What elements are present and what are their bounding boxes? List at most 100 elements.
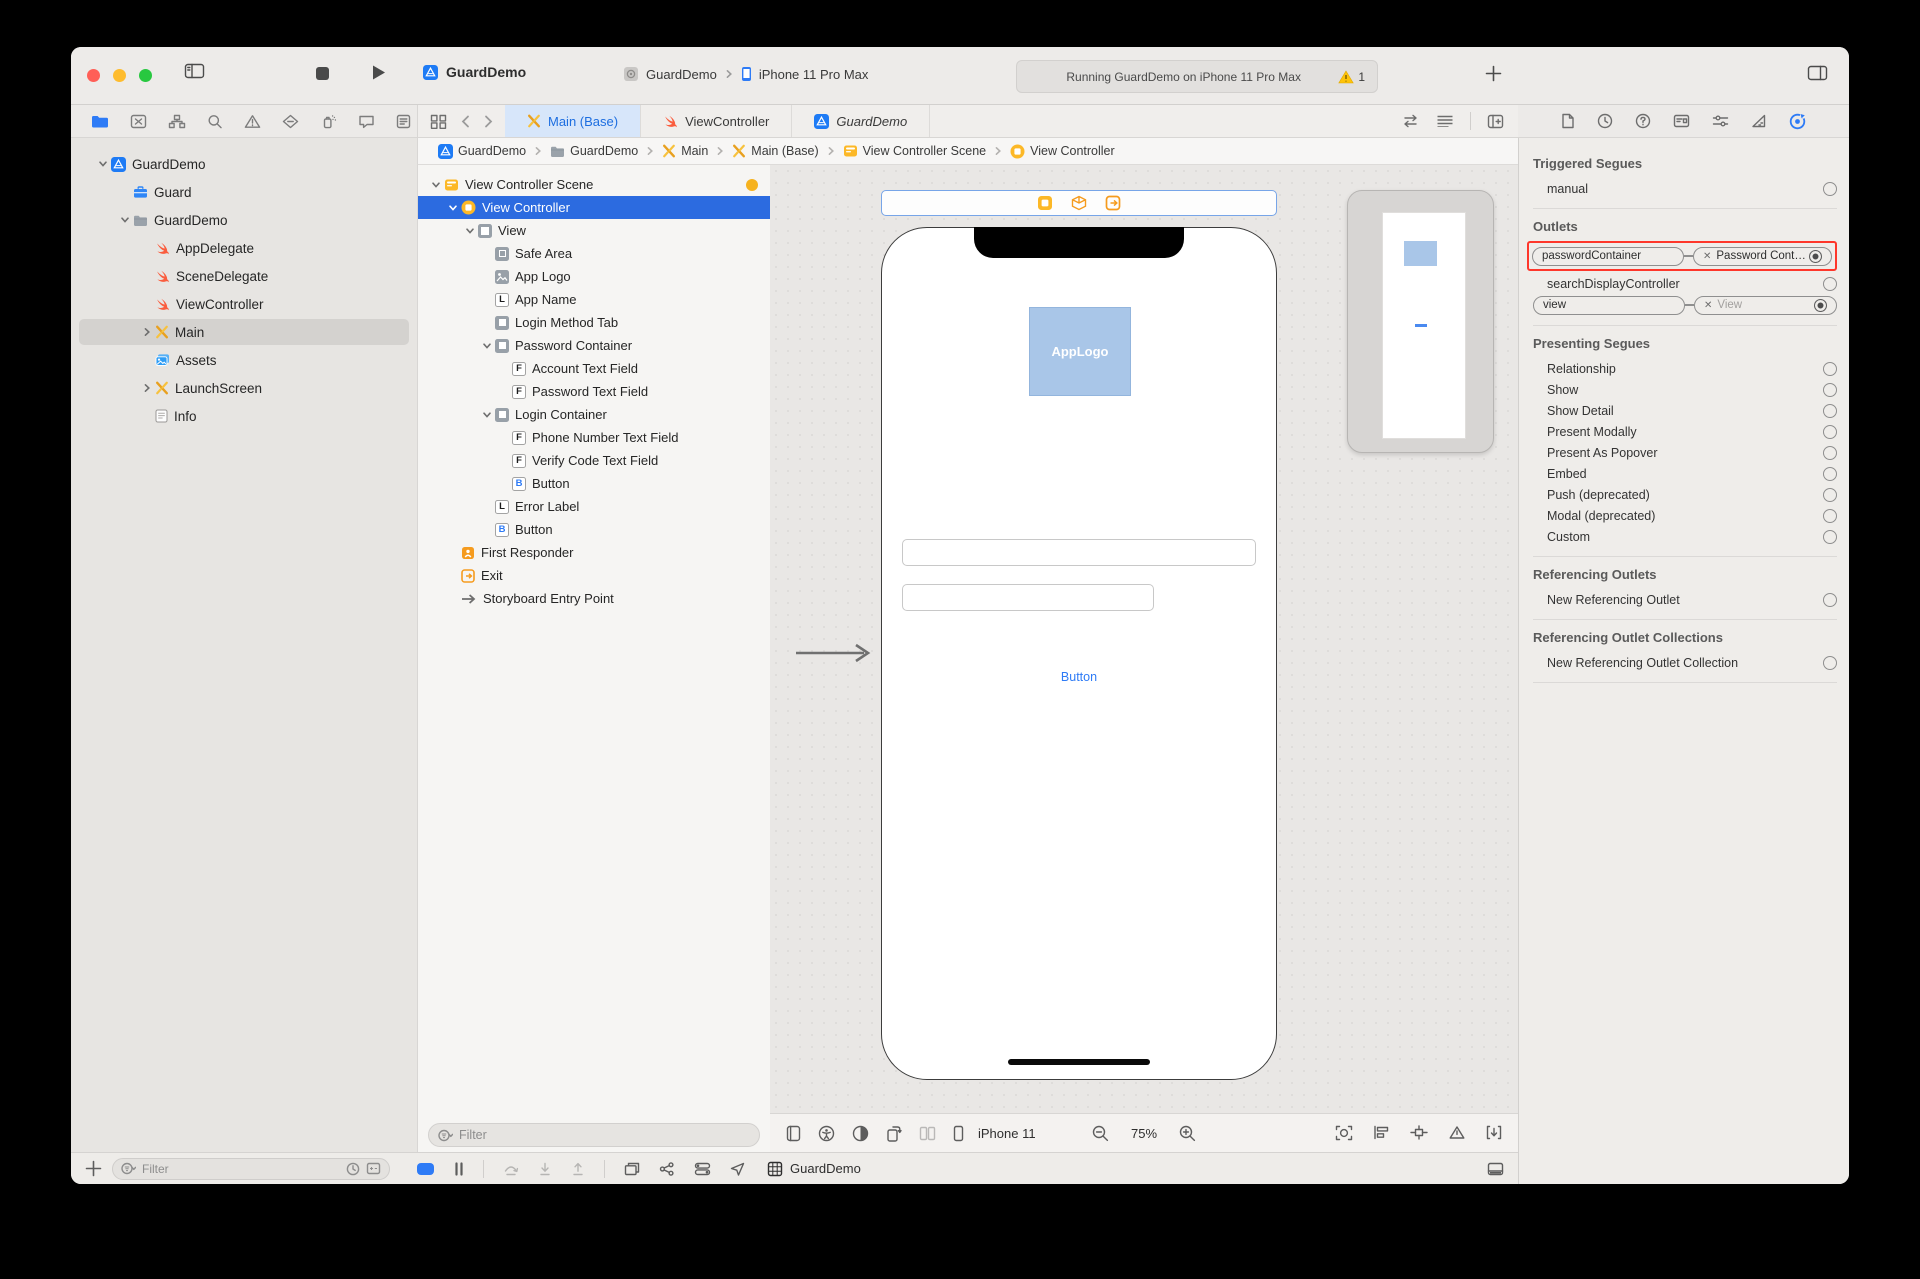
navigator-filter-input[interactable]: Filter [112,1157,390,1180]
outline-row-account-text-field[interactable]: F Account Text Field [418,357,770,380]
breadcrumb-item[interactable]: GuardDemo [550,144,638,158]
inspector-history-icon[interactable] [1597,113,1613,129]
connection-well[interactable] [1823,529,1837,544]
outline-row-phone-number-text-field[interactable]: F Phone Number Text Field [418,426,770,449]
outlet-target-pill[interactable]: ✕ View [1694,295,1837,315]
outline-row-view-controller[interactable]: View Controller [418,196,770,219]
zoom-level[interactable]: 75% [1131,1126,1157,1141]
stop-button[interactable] [315,66,330,81]
breadcrumb-item[interactable]: Main [662,144,708,158]
step-into-icon[interactable] [538,1162,552,1176]
breadcrumb-item[interactable]: View Controller [1010,144,1115,159]
disclosure-chevron-icon[interactable] [445,203,461,213]
sidebar-item-appdelegate[interactable]: AppDelegate [71,234,417,262]
minimize-window-button[interactable] [113,69,126,82]
orientation-icon[interactable] [886,1125,902,1142]
outline-row-safe-area[interactable]: Safe Area [418,242,770,265]
outline-row-view[interactable]: View [418,219,770,242]
add-editor-icon[interactable] [1487,114,1504,129]
view-controller-header-bar[interactable] [881,190,1277,216]
disclosure-chevron-icon[interactable] [95,159,111,169]
connection-well[interactable] [1823,361,1837,376]
connection-well[interactable] [1823,487,1837,502]
environment-overrides-icon[interactable] [694,1162,711,1176]
view-stack-icon[interactable] [624,1162,640,1176]
outlet-target-pill[interactable]: ✕ Password Cont… [1693,246,1832,266]
run-button[interactable] [371,64,386,81]
nav-breakpoints-icon[interactable] [358,114,375,129]
inspector-connections-icon[interactable] [1789,112,1806,130]
outline-row-error-label[interactable]: L Error Label [418,495,770,518]
tab-viewcontroller[interactable]: ViewController [641,105,793,137]
outline-row-first-responder[interactable]: First Responder [418,541,770,564]
toggle-navigator-icon[interactable] [184,63,205,79]
sidebar-item-guarddemo[interactable]: GuardDemo [71,206,417,234]
connection-well[interactable] [1823,508,1837,523]
connection-well[interactable] [1823,655,1837,670]
disclosure-chevron-icon[interactable] [139,383,155,393]
connection-well[interactable] [1823,403,1837,418]
connection-well[interactable] [1823,424,1837,439]
outline-row-button[interactable]: B Button [418,472,770,495]
connection-well[interactable] [1823,276,1837,291]
account-text-field[interactable] [902,539,1256,566]
outline-row-exit[interactable]: Exit [418,564,770,587]
connection-well[interactable] [1823,445,1837,460]
outlet-name-pill[interactable]: passwordContainer [1532,246,1684,266]
tab-overview-icon[interactable] [430,114,447,129]
nav-issues-icon[interactable] [244,114,261,129]
disclosure-chevron-icon[interactable] [139,327,155,337]
breadcrumb-item[interactable]: Main (Base) [732,144,819,158]
outline-row-storyboard-entry-point[interactable]: Storyboard Entry Point [418,587,770,610]
align-icon[interactable] [1373,1125,1390,1141]
update-frames-icon[interactable] [1335,1125,1353,1141]
nav-search-icon[interactable] [207,114,223,129]
inspector-attributes-icon[interactable] [1712,114,1729,128]
zoom-window-button[interactable] [139,69,152,82]
library-add-button[interactable] [1485,65,1502,82]
scheme-selector[interactable]: GuardDemo iPhone 11 Pro Max [623,66,868,82]
breadcrumb-item[interactable]: GuardDemo [438,143,526,159]
disconnect-icon[interactable]: ✕ [1703,251,1711,262]
nav-folder-icon[interactable] [91,114,109,129]
tab-main-base-[interactable]: Main (Base) [505,105,642,137]
breadcrumb-item[interactable]: View Controller Scene [843,144,986,158]
canvas-button[interactable]: Button [882,670,1276,684]
forward-icon[interactable] [484,115,493,128]
storyboard-mode-icon[interactable] [416,1162,435,1176]
tab-guarddemo[interactable]: GuardDemo [792,105,931,137]
code-review-icon[interactable] [1401,114,1420,128]
appearance-icon[interactable] [852,1125,869,1142]
outline-row-button[interactable]: B Button [418,518,770,541]
device-bezel-icon[interactable] [786,1125,801,1142]
outline-row-password-text-field[interactable]: F Password Text Field [418,380,770,403]
nav-tests-icon[interactable] [282,114,299,129]
scene-status-dot[interactable] [746,178,758,191]
inspector-identity-icon[interactable] [1673,114,1690,128]
connection-well-filled[interactable] [1814,298,1827,312]
outline-row-view-controller-scene[interactable]: View Controller Scene [418,173,770,196]
disclosure-chevron-icon[interactable] [462,226,478,236]
connection-well[interactable] [1823,592,1837,607]
warning-badge[interactable]: 1 [1338,70,1365,84]
storyboard-minimap[interactable] [1347,190,1494,453]
outline-row-verify-code-text-field[interactable]: F Verify Code Text Field [418,449,770,472]
embed-icon[interactable] [1486,1125,1502,1141]
sidebar-item-info[interactable]: Info [71,402,417,430]
nav-source-control-icon[interactable] [130,114,147,129]
connection-well[interactable] [1823,466,1837,481]
accessibility-icon[interactable] [818,1125,835,1142]
disclosure-chevron-icon[interactable] [479,341,495,351]
view-controller-icon[interactable] [1037,195,1053,211]
disclosure-chevron-icon[interactable] [117,215,133,225]
outline-row-login-container[interactable]: Login Container [418,403,770,426]
sidebar-item-scenedelegate[interactable]: SceneDelegate [71,262,417,290]
disconnect-icon[interactable]: ✕ [1704,300,1712,311]
nav-debug-icon[interactable] [320,114,337,129]
pause-layout-icon[interactable] [454,1161,464,1176]
split-view-icon[interactable] [919,1126,936,1141]
outline-row-login-method-tab[interactable]: Login Method Tab [418,311,770,334]
iphone-canvas-frame[interactable]: AppLogo Button [881,227,1277,1080]
outline-row-app-logo[interactable]: App Logo [418,265,770,288]
storyboard-canvas[interactable]: AppLogo Button [770,165,1518,1113]
